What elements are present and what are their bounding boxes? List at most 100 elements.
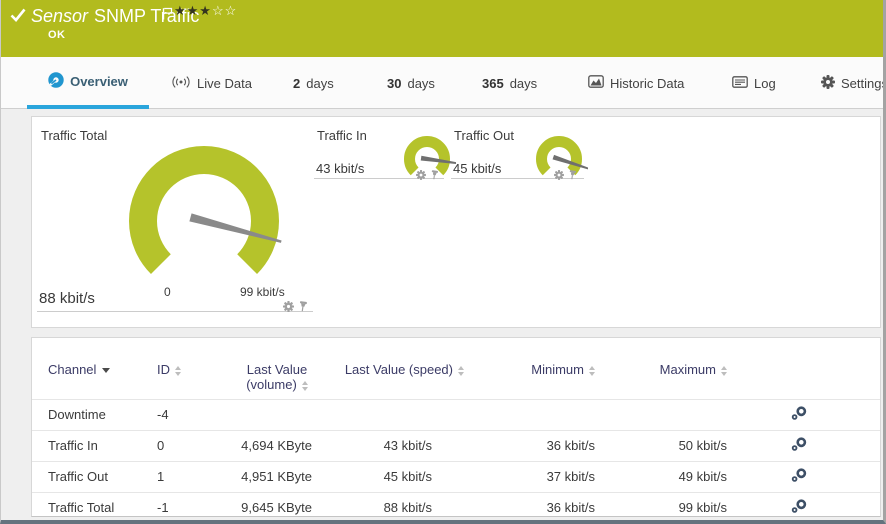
gauge-pin-icon[interactable] [568, 167, 577, 185]
column-header-maximum[interactable]: Maximum [622, 338, 752, 400]
channel-settings-icon[interactable] [791, 406, 807, 423]
divider [37, 311, 313, 312]
column-header-minimum[interactable]: Minimum [472, 338, 622, 400]
channel-name[interactable]: Traffic Total [32, 492, 157, 520]
channel-minimum: 36 kbit/s [472, 430, 622, 462]
gauge-tab-icon [48, 71, 64, 91]
traffic-out-gauge-title: Traffic Out [454, 128, 514, 143]
priority-stars-filled[interactable]: ★★★ [174, 3, 212, 18]
tab-overview-label: Overview [70, 73, 128, 89]
gauge-gear-icon[interactable] [283, 299, 294, 317]
status-badge: OK [48, 29, 66, 41]
channel-name[interactable]: Downtime [32, 399, 157, 431]
tab-overview[interactable]: Overview [27, 57, 149, 109]
chart-tab-icon [588, 75, 604, 91]
traffic-in-gauge-title: Traffic In [317, 128, 367, 143]
main-gauge-title: Traffic Total [41, 128, 108, 143]
column-header-last-value-volume[interactable]: Last Value (volume) [222, 338, 332, 400]
tab-365-days-label: days [509, 75, 538, 91]
tab-settings-label: Settings [841, 75, 886, 91]
channel-maximum: 49 kbit/s [622, 461, 752, 493]
tab-log-label: Log [754, 75, 776, 91]
traffic-total-value: 88 kbit/s [39, 290, 95, 307]
tab-2-days-label: days [306, 75, 334, 91]
tab-settings[interactable]: Settings [819, 57, 886, 109]
traffic-out-controls [554, 167, 577, 185]
channels-panel: Channel ID Last Value (volume) Last Valu… [31, 337, 881, 520]
traffic-out-value: 45 kbit/s [453, 161, 502, 176]
tab-2-days[interactable]: 2 days [291, 57, 336, 109]
channel-last-value-speed: 45 kbit/s [332, 461, 472, 493]
gauges-panel: Traffic Total 0 99 kbit/s 88 kbit/s Traf… [31, 116, 881, 328]
channel-maximum: 50 kbit/s [622, 430, 752, 462]
live-broadcast-icon [171, 75, 191, 92]
channel-last-value-volume: 4,694 KByte [222, 430, 332, 462]
sensor-header: Sensor SNMP Traffic ★★★☆☆ OK [1, 0, 883, 57]
tab-30-days[interactable]: 30 days [385, 57, 437, 109]
channel-last-value-volume: 4,951 KByte [222, 461, 332, 493]
channel-settings-icon[interactable] [791, 437, 807, 454]
traffic-total-gauge [129, 146, 282, 275]
column-header-id[interactable]: ID [157, 338, 222, 400]
channel-minimum: 36 kbit/s [472, 492, 622, 520]
tab-30-days-number: 30 [387, 75, 402, 91]
status-ok-check-icon [10, 8, 26, 27]
channel-last-value-volume: 9,645 KByte [222, 492, 332, 520]
prtg-sensor-window: Sensor SNMP Traffic ★★★☆☆ OK Overview Li… [0, 0, 886, 524]
column-header-channel[interactable]: Channel [32, 338, 157, 400]
column-header-last-value-speed[interactable]: Last Value (speed) [332, 338, 472, 400]
traffic-in-value: 43 kbit/s [316, 161, 365, 176]
tab-live-data[interactable]: Live Data [169, 57, 254, 109]
table-row: Traffic Total -1 9,645 KByte 88 kbit/s 3… [32, 492, 880, 520]
gauge-gear-icon[interactable] [416, 167, 426, 185]
content-area: Traffic Total 0 99 kbit/s 88 kbit/s Traf… [1, 109, 883, 520]
channel-minimum [472, 399, 622, 431]
main-gauge-scale-min: 0 [164, 285, 171, 299]
sort-icon [589, 365, 595, 376]
channel-maximum: 99 kbit/s [622, 492, 752, 520]
channel-last-value-speed: 88 kbit/s [332, 492, 472, 520]
tab-log[interactable]: Log [730, 57, 778, 109]
tab-2-days-number: 2 [293, 75, 301, 91]
gauge-pin-icon[interactable] [298, 299, 308, 317]
tab-365-days-number: 365 [482, 75, 504, 91]
sort-icon [721, 365, 727, 376]
favorite-flag-icon[interactable] [162, 7, 173, 25]
table-row: Downtime -4 [32, 399, 880, 431]
channel-last-value-volume [222, 399, 332, 431]
sort-desc-icon [102, 368, 111, 374]
gauge-pin-icon[interactable] [430, 167, 439, 185]
table-header-row: Channel ID Last Value (volume) Last Valu… [32, 338, 880, 400]
channel-id: -4 [157, 399, 222, 431]
channel-minimum: 37 kbit/s [472, 461, 622, 493]
main-gauge-scale-max: 99 kbit/s [240, 285, 285, 299]
channel-settings-icon[interactable] [791, 468, 807, 485]
column-header-actions [752, 338, 880, 400]
channels-table: Channel ID Last Value (volume) Last Valu… [32, 338, 880, 520]
channel-maximum [622, 399, 752, 431]
priority-stars[interactable]: ★★★☆☆ [174, 3, 237, 19]
tab-historic-data[interactable]: Historic Data [586, 57, 686, 109]
traffic-in-controls [416, 167, 439, 185]
priority-stars-empty[interactable]: ☆☆ [212, 3, 237, 18]
channel-last-value-speed [332, 399, 472, 431]
sort-icon [458, 365, 464, 376]
tab-bar: Overview Live Data 2 days 30 days 365 da… [1, 57, 883, 109]
settings-gear-icon [821, 74, 835, 92]
tab-365-days[interactable]: 365 days [480, 57, 539, 109]
table-row: Traffic Out 1 4,951 KByte 45 kbit/s 37 k… [32, 461, 880, 493]
sort-icon [301, 380, 308, 391]
channel-name[interactable]: Traffic Out [32, 461, 157, 493]
channel-settings-icon[interactable] [791, 499, 807, 516]
channel-name[interactable]: Traffic In [32, 430, 157, 462]
tab-live-data-label: Live Data [197, 75, 252, 91]
sensor-title-prefix: Sensor [31, 6, 89, 26]
table-row: Traffic In 0 4,694 KByte 43 kbit/s 36 kb… [32, 430, 880, 462]
tab-30-days-label: days [407, 75, 435, 91]
channel-id: 0 [157, 430, 222, 462]
gauge-gear-icon[interactable] [554, 167, 564, 185]
tab-historic-data-label: Historic Data [610, 75, 685, 91]
channel-last-value-speed: 43 kbit/s [332, 430, 472, 462]
log-list-icon [732, 75, 748, 91]
channel-id: 1 [157, 461, 222, 493]
